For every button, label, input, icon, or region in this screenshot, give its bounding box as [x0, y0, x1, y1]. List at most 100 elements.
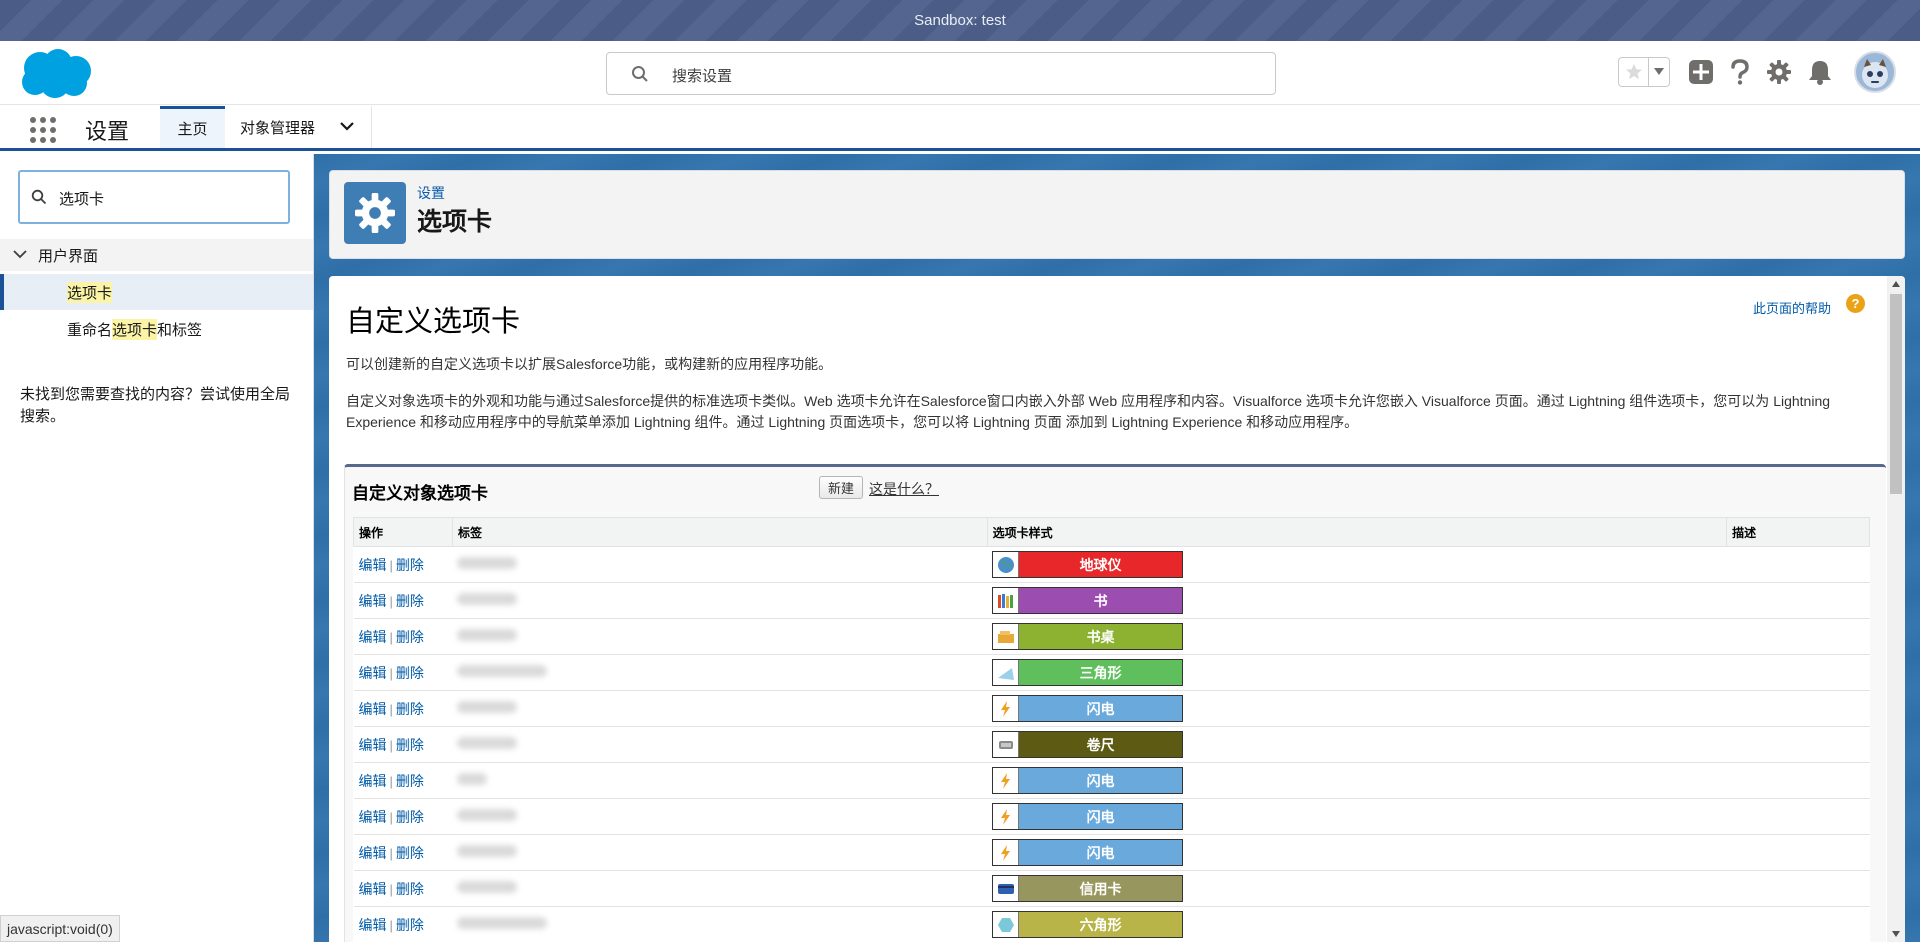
astro-avatar-icon	[1862, 59, 1888, 88]
salesforce-logo-icon[interactable]	[18, 48, 94, 100]
tab-style-cell: 信用卡	[987, 870, 1727, 907]
redacted-tab-label[interactable]	[457, 701, 518, 713]
tab-home-label: 主页	[177, 121, 208, 138]
question-icon	[1731, 59, 1749, 85]
tab-style-chip: 闪电	[992, 803, 1184, 830]
tab-style-cell: 三角形	[987, 654, 1727, 691]
setup-gear-tile	[344, 182, 406, 244]
delete-link[interactable]: 删除	[396, 845, 424, 861]
label-cell[interactable]	[452, 654, 988, 691]
help-button[interactable]	[1725, 57, 1755, 87]
redacted-tab-label[interactable]	[457, 593, 518, 605]
content-scrollbar[interactable]	[1887, 276, 1905, 942]
delete-link[interactable]: 删除	[396, 881, 424, 897]
sidebar-item-rename-tabs-labels[interactable]: 重命名 选项卡 和标签	[0, 311, 313, 347]
sidebar-item-tabs[interactable]: 选项卡	[0, 274, 313, 310]
scroll-up-icon[interactable]	[1891, 279, 1901, 289]
edit-link[interactable]: 编辑	[359, 737, 387, 753]
edit-link[interactable]: 编辑	[359, 881, 387, 897]
label-cell[interactable]	[452, 546, 988, 583]
lightning-icon	[993, 696, 1020, 721]
table-row: 编辑 | 删除 三角形	[353, 654, 1870, 691]
edit-link[interactable]: 编辑	[359, 917, 387, 933]
tab-style-chip: 三角形	[992, 659, 1184, 686]
action-cell: 编辑 | 删除	[353, 618, 453, 655]
edit-link[interactable]: 编辑	[359, 665, 387, 681]
new-tab-button[interactable]: 新建	[819, 476, 863, 499]
chevron-down-icon[interactable]	[339, 120, 355, 132]
delete-link[interactable]: 删除	[396, 917, 424, 933]
favorites-group	[1618, 57, 1670, 87]
tab-home[interactable]: 主页	[160, 106, 225, 148]
user-avatar[interactable]	[1854, 51, 1896, 93]
tab-style-cell: 书	[987, 582, 1727, 619]
delete-link[interactable]: 删除	[396, 557, 424, 573]
label-cell[interactable]	[452, 726, 988, 763]
search-icon	[31, 189, 47, 205]
redacted-tab-label[interactable]	[457, 845, 518, 857]
tab-style-chip: 书	[992, 587, 1184, 614]
breadcrumb-setup[interactable]: 设置	[417, 183, 445, 203]
setup-gear-button[interactable]	[1764, 57, 1794, 87]
what-is-this-link[interactable]: 这是什么？	[869, 479, 939, 499]
favorites-dropdown-button[interactable]	[1649, 58, 1669, 86]
quick-find-input[interactable]: 选项卡	[18, 170, 290, 224]
action-cell: 编辑 | 删除	[353, 690, 453, 727]
edit-link[interactable]: 编辑	[359, 809, 387, 825]
label-cell[interactable]	[452, 762, 988, 799]
table-row: 编辑 | 删除 信用卡	[353, 870, 1870, 907]
delete-link[interactable]: 删除	[396, 701, 424, 717]
caret-down-icon	[1654, 68, 1664, 75]
edit-link[interactable]: 编辑	[359, 629, 387, 645]
delete-link[interactable]: 删除	[396, 809, 424, 825]
label-cell[interactable]	[452, 618, 988, 655]
redacted-tab-label[interactable]	[457, 881, 518, 893]
edit-link[interactable]: 编辑	[359, 845, 387, 861]
edit-link[interactable]: 编辑	[359, 773, 387, 789]
sandbox-label: Sandbox: test	[914, 12, 1006, 29]
tab-style-cell: 地球仪	[987, 546, 1727, 583]
redacted-tab-label[interactable]	[457, 773, 488, 785]
app-launcher-icon[interactable]	[30, 117, 56, 143]
label-cell[interactable]	[452, 906, 988, 942]
table-header-row: 操作 标签 选项卡样式 描述	[353, 517, 1870, 547]
tab-object-manager[interactable]: 对象管理器	[226, 106, 372, 148]
global-actions-button[interactable]	[1686, 57, 1716, 87]
sidebar-item-label: 选项卡	[67, 281, 113, 303]
help-icon[interactable]: ?	[1846, 294, 1865, 313]
notifications-button[interactable]	[1805, 57, 1835, 87]
tab-style-cell: 闪电	[987, 690, 1727, 727]
redacted-tab-label[interactable]	[457, 629, 518, 641]
redacted-tab-label[interactable]	[457, 809, 518, 821]
help-for-this-page-link[interactable]: 此页面的帮助	[1753, 298, 1831, 317]
label-cell[interactable]	[452, 690, 988, 727]
tree-group-user-interface[interactable]: 用户界面	[0, 239, 313, 271]
action-separator: |	[389, 773, 393, 789]
redacted-tab-label[interactable]	[457, 737, 518, 749]
label-cell[interactable]	[452, 834, 988, 871]
edit-link[interactable]: 编辑	[359, 593, 387, 609]
edit-link[interactable]: 编辑	[359, 701, 387, 717]
favorites-star-button[interactable]	[1619, 58, 1649, 86]
scrollbar-thumb[interactable]	[1890, 294, 1902, 494]
gear-icon	[355, 193, 395, 233]
action-separator: |	[389, 881, 393, 897]
delete-link[interactable]: 删除	[396, 629, 424, 645]
redacted-tab-label[interactable]	[457, 917, 548, 929]
tab-style-chip: 闪电	[992, 695, 1184, 722]
bell-icon	[1809, 61, 1831, 85]
global-search-input[interactable]: 搜索设置	[606, 52, 1276, 95]
redacted-tab-label[interactable]	[457, 665, 548, 677]
delete-link[interactable]: 删除	[396, 665, 424, 681]
delete-link[interactable]: 删除	[396, 737, 424, 753]
delete-link[interactable]: 删除	[396, 773, 424, 789]
edit-link[interactable]: 编辑	[359, 557, 387, 573]
label-cell[interactable]	[452, 798, 988, 835]
label-cell[interactable]	[452, 870, 988, 907]
scroll-down-icon[interactable]	[1891, 929, 1901, 939]
delete-link[interactable]: 删除	[396, 593, 424, 609]
redacted-tab-label[interactable]	[457, 557, 518, 569]
label-cell[interactable]	[452, 582, 988, 619]
add-icon	[1689, 60, 1713, 84]
global-header: 搜索设置	[0, 41, 1920, 105]
